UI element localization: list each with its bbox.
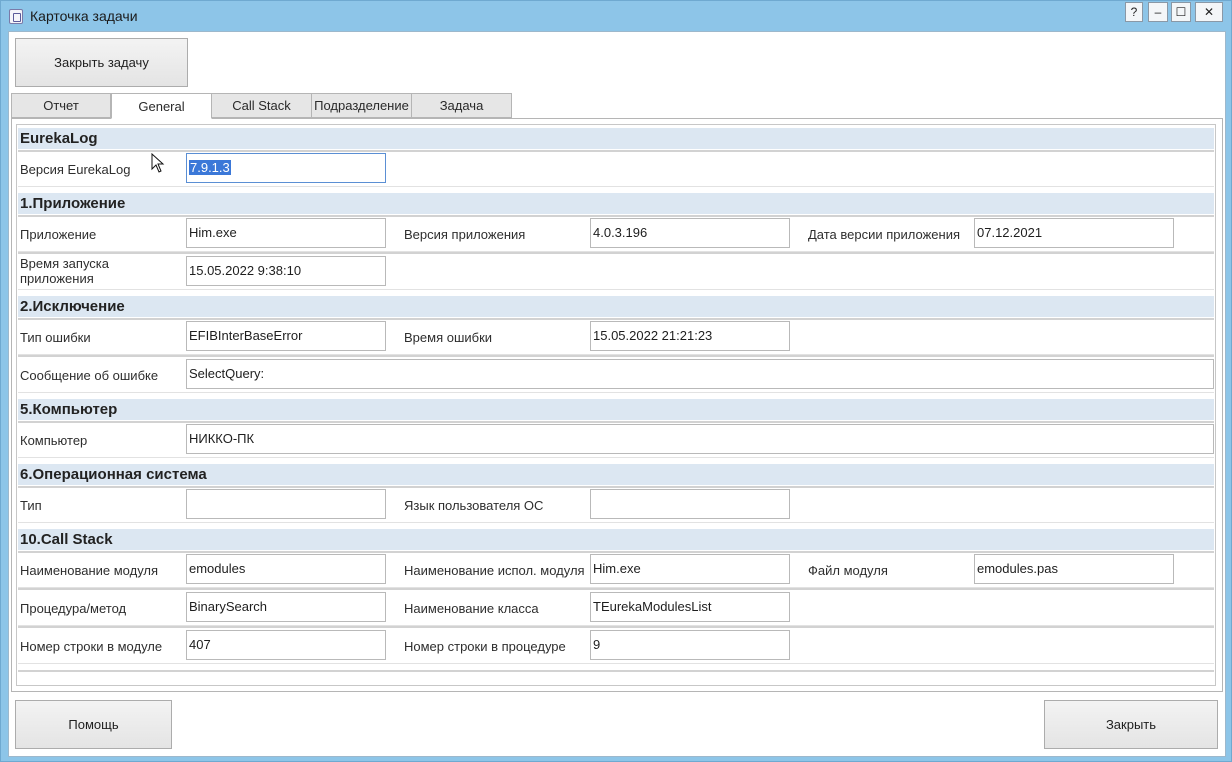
error-time-field[interactable]: 15.05.2022 21:21:23 <box>590 321 790 351</box>
error-message-label: Сообщение об ошибке <box>20 368 159 383</box>
line-in-procedure-label: Номер строки в процедуре <box>404 639 566 654</box>
class-name-label: Наименование класса <box>404 601 539 616</box>
row-procedure: Процедура/метод BinarySearch Наименовани… <box>18 588 1214 626</box>
title-bar[interactable]: Карточка задачи ? – ☐ ✕ <box>1 1 1231 31</box>
exec-module-label: Наименование испол. модуля <box>404 563 585 578</box>
line-in-module-label: Номер строки в модуле <box>20 639 163 654</box>
module-name-label: Наименование модуля <box>20 563 159 578</box>
module-name-field[interactable]: emodules <box>186 554 386 584</box>
class-name-field[interactable]: TEurekaModulesList <box>590 592 790 622</box>
app-icon <box>9 9 23 24</box>
application-field[interactable]: Him.exe <box>186 218 386 248</box>
row-line-numbers: Номер строки в модуле 407 Номер строки в… <box>18 626 1214 664</box>
tab-report[interactable]: Отчет <box>11 93 111 118</box>
row-module: Наименование модуля emodules Наименовани… <box>18 551 1214 588</box>
general-form: EurekaLog Версия EurekaLog 7.9.1.3 1.При… <box>16 124 1216 686</box>
computer-field[interactable]: НИККО-ПК <box>186 424 1214 454</box>
line-in-procedure-field[interactable]: 9 <box>590 630 790 660</box>
row-os: Тип Язык пользователя ОС <box>18 486 1214 523</box>
eurekalog-version-field[interactable]: 7.9.1.3 <box>186 153 386 183</box>
task-card-window: Карточка задачи ? – ☐ ✕ Закрыть задачу О… <box>0 0 1232 762</box>
error-type-label: Тип ошибки <box>20 330 91 345</box>
row-empty <box>18 670 1214 682</box>
procedure-field[interactable]: BinarySearch <box>186 592 386 622</box>
procedure-label: Процедура/метод <box>20 601 127 616</box>
row-computer: Компьютер НИККО-ПК <box>18 421 1214 458</box>
tab-call-stack[interactable]: Call Stack <box>211 93 312 118</box>
os-type-field[interactable] <box>186 489 386 519</box>
eurekalog-version-label: Версия EurekaLog <box>20 162 131 177</box>
module-file-field[interactable]: emodules.pas <box>974 554 1174 584</box>
error-type-field[interactable]: EFIBInterBaseError <box>186 321 386 351</box>
section-computer: 5.Компьютер <box>18 399 1214 420</box>
section-application: 1.Приложение <box>18 193 1214 214</box>
app-version-label: Версия приложения <box>404 227 526 242</box>
error-time-label: Время ошибки <box>404 330 493 345</box>
client-area: Закрыть задачу Отчет General Call Stack … <box>8 31 1226 757</box>
os-type-label: Тип <box>20 498 42 513</box>
section-exception: 2.Исключение <box>18 296 1214 317</box>
tab-department[interactable]: Подразделение <box>311 93 412 118</box>
minimize-button[interactable]: – <box>1148 2 1168 22</box>
close-task-button[interactable]: Закрыть задачу <box>15 38 188 87</box>
maximize-button[interactable]: ☐ <box>1171 2 1191 22</box>
os-language-field[interactable] <box>590 489 790 519</box>
general-tab-panel: EurekaLog Версия EurekaLog 7.9.1.3 1.При… <box>11 118 1223 692</box>
app-date-label: Дата версии приложения <box>808 227 961 242</box>
tab-task[interactable]: Задача <box>411 93 512 118</box>
help-button[interactable]: Помощь <box>15 700 172 749</box>
row-error-message: Сообщение об ошибке SelectQuery: <box>18 355 1214 393</box>
exec-module-field[interactable]: Him.exe <box>590 554 790 584</box>
row-eurekalog-version: Версия EurekaLog 7.9.1.3 <box>18 150 1214 187</box>
section-os: 6.Операционная система <box>18 464 1214 485</box>
start-time-field[interactable]: 15.05.2022 9:38:10 <box>186 256 386 286</box>
line-in-module-field[interactable]: 407 <box>186 630 386 660</box>
module-file-label: Файл модуля <box>808 563 888 578</box>
close-button[interactable]: Закрыть <box>1044 700 1218 749</box>
application-label: Приложение <box>20 227 97 242</box>
app-date-field[interactable]: 07.12.2021 <box>974 218 1174 248</box>
computer-label: Компьютер <box>20 433 88 448</box>
error-message-field[interactable]: SelectQuery: <box>186 359 1214 389</box>
tab-general[interactable]: General <box>111 93 212 119</box>
mouse-cursor-icon <box>151 153 165 173</box>
help-icon[interactable]: ? <box>1125 2 1143 22</box>
section-eurekalog: EurekaLog <box>18 128 1214 149</box>
app-version-field[interactable]: 4.0.3.196 <box>590 218 790 248</box>
os-language-label: Язык пользователя ОС <box>404 498 544 513</box>
section-call-stack: 10.Call Stack <box>18 529 1214 550</box>
row-start-time: Время запуска приложения 15.05.2022 9:38… <box>18 252 1214 290</box>
tab-strip: Отчет General Call Stack Подразделение З… <box>11 93 1223 119</box>
row-error-type: Тип ошибки EFIBInterBaseError Время ошиб… <box>18 318 1214 355</box>
window-title: Карточка задачи <box>30 8 138 24</box>
close-window-button[interactable]: ✕ <box>1195 2 1223 22</box>
row-application: Приложение Him.exe Версия приложения 4.0… <box>18 215 1214 252</box>
start-time-label: Время запуска приложения <box>20 256 110 286</box>
